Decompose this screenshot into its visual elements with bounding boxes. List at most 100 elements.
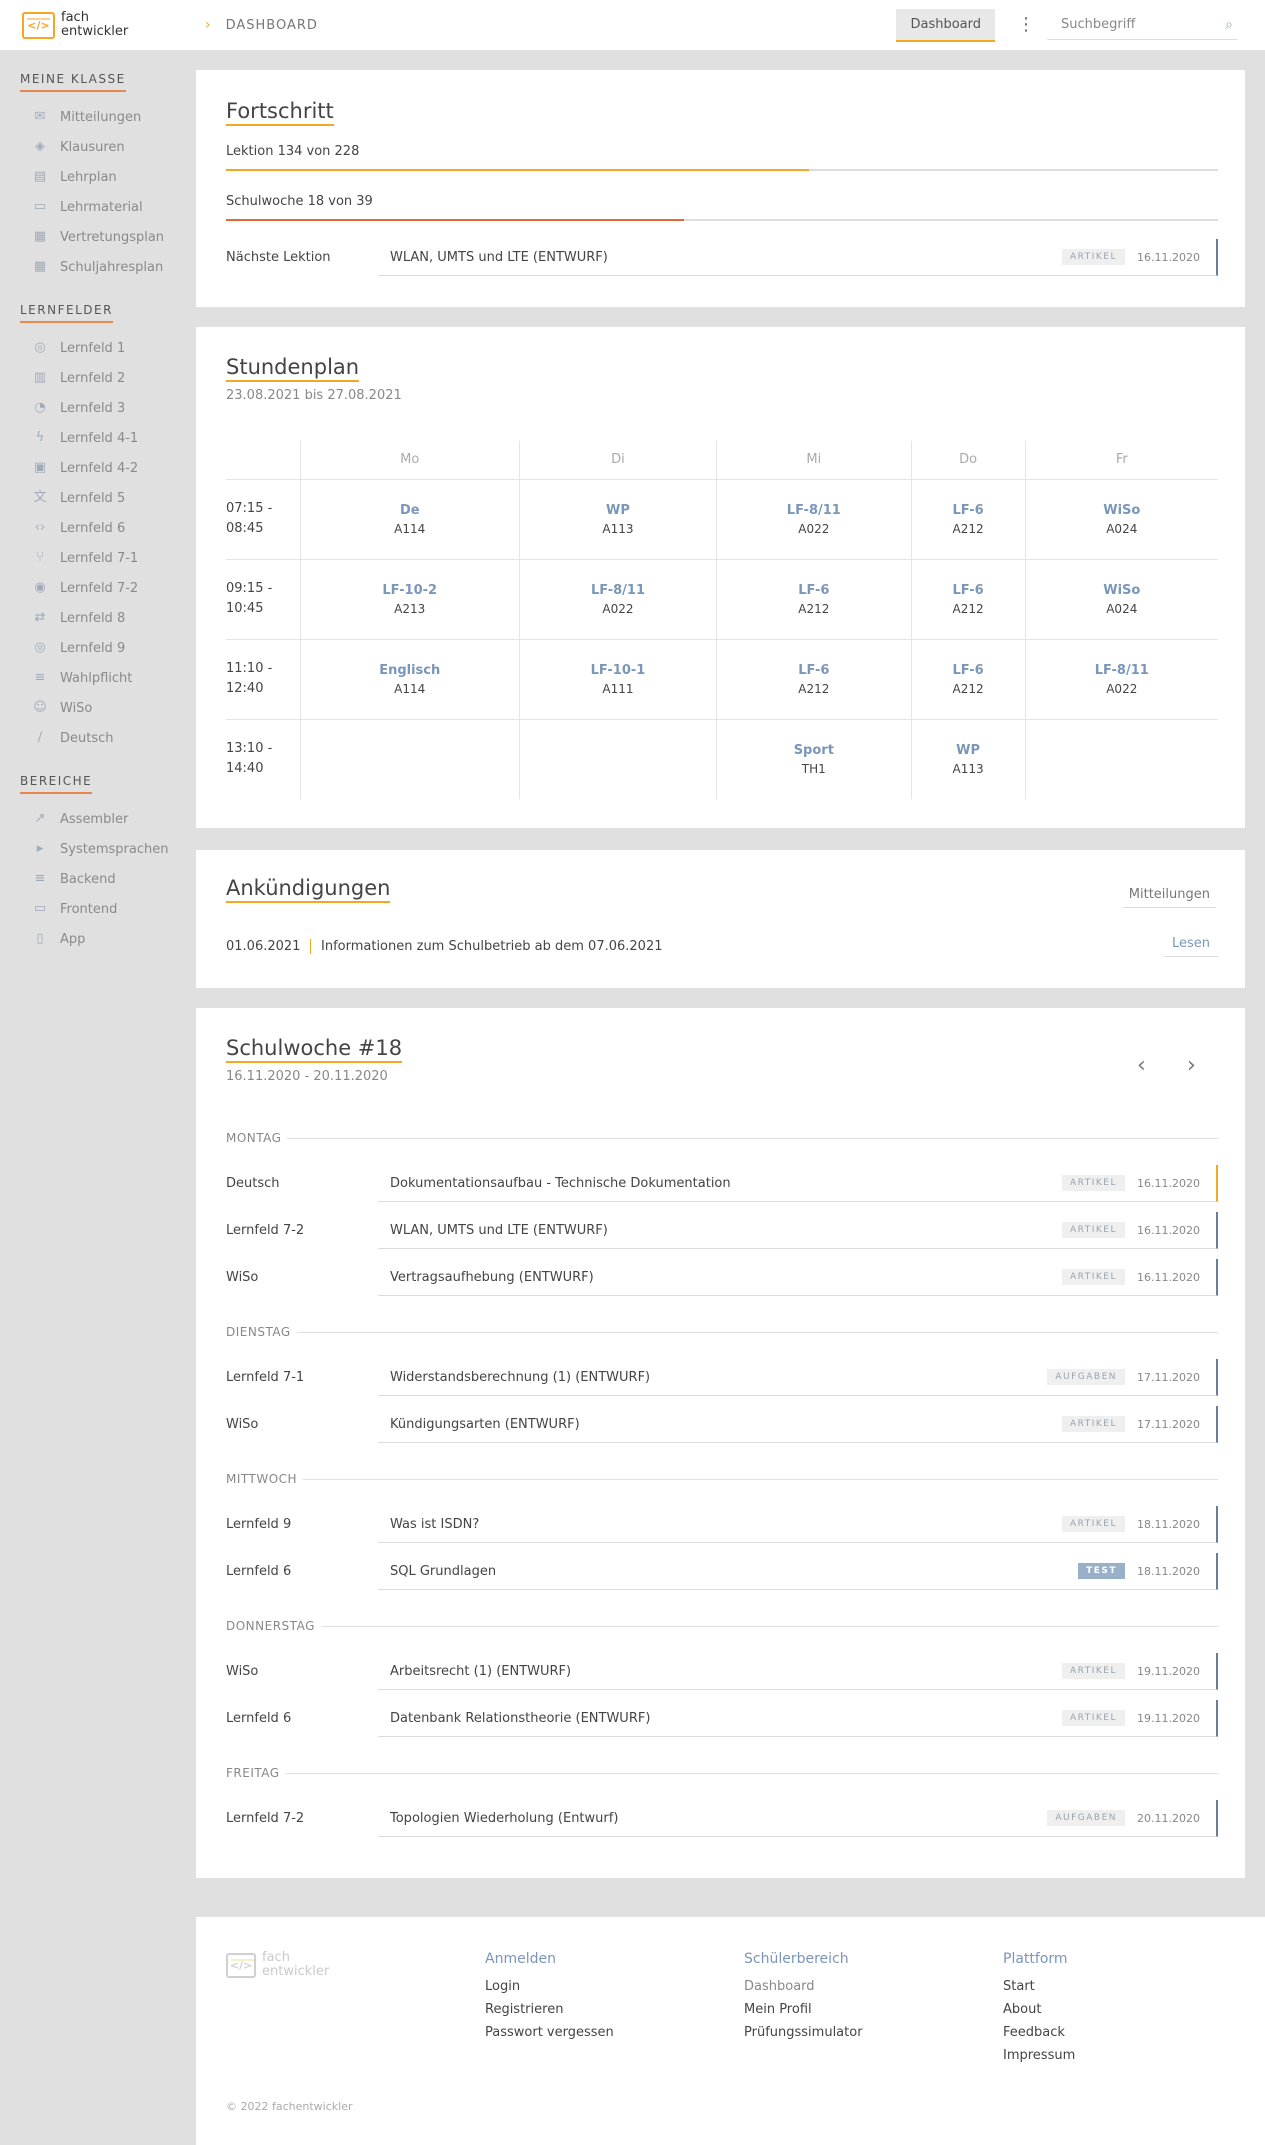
search-input[interactable] [1061, 17, 1211, 32]
timetable-cell[interactable]: WP A113 [910, 719, 1026, 799]
timetable-subject[interactable]: LF-10-2 [301, 583, 519, 598]
sidebar-item-lernfeld-3[interactable]: ◔ Lernfeld 3 [20, 393, 195, 423]
lesson-box[interactable]: Widerstandsberechnung (1) (ENTWURF) AUFGA… [378, 1359, 1218, 1396]
sidebar-item-app[interactable]: ▯ App [20, 924, 195, 954]
sidebar-item-lehrmaterial[interactable]: ▭ Lehrmaterial [20, 192, 195, 222]
timetable-subject[interactable]: LF-8/11 [1026, 663, 1218, 678]
sidebar-item-lernfeld-7-2[interactable]: ◉ Lernfeld 7-2 [20, 573, 195, 603]
lesson-row[interactable]: WiSo Kündigungsarten (ENTWURF) ARTIKEL 17.1… [226, 1401, 1218, 1448]
more-vertical-icon[interactable]: ⋮ [1017, 16, 1035, 34]
lesson-row[interactable]: Deutsch Dokumentationsaufbau - Technische… [226, 1160, 1218, 1207]
lesson-box[interactable]: WLAN, UMTS und LTE (ENTWURF) ARTIKEL 16.11… [378, 1212, 1218, 1249]
timetable-subject[interactable]: LF-6 [717, 583, 911, 598]
lesson-box[interactable]: Datenbank Relationstheorie (ENTWURF) ARTI… [378, 1700, 1218, 1737]
footer-link[interactable]: Feedback [1003, 2021, 1075, 2044]
timetable-cell[interactable]: WiSo A024 [1024, 559, 1218, 640]
sidebar-item-lehrplan[interactable]: ▤ Lehrplan [20, 162, 195, 192]
lesson-row[interactable]: Lernfeld 7-1 Widerstandsberechnung (1) (E… [226, 1354, 1218, 1401]
timetable-subject[interactable]: Englisch [301, 663, 519, 678]
sidebar-item-lernfeld-6[interactable]: ‹› Lernfeld 6 [20, 513, 195, 543]
timetable-cell[interactable]: LF-8/11 A022 [1024, 639, 1218, 720]
footer-link[interactable]: Dashboard [744, 1975, 863, 1998]
timetable-subject[interactable]: LF-6 [912, 503, 1025, 518]
dashboard-button[interactable]: Dashboard [896, 8, 995, 42]
sidebar-item-lernfeld-9[interactable]: ◎ Lernfeld 9 [20, 633, 195, 663]
lesson-box[interactable]: Arbeitsrecht (1) (ENTWURF) ARTIKEL 19.11.2… [378, 1653, 1218, 1690]
sidebar-item-deutsch[interactable]: ∕ Deutsch [20, 723, 195, 753]
sidebar-item-lernfeld-4-1[interactable]: ϟ Lernfeld 4-1 [20, 423, 195, 453]
footer-link[interactable]: Prüfungssimulator [744, 2021, 863, 2044]
sidebar-item-lernfeld-7-1[interactable]: ⑂ Lernfeld 7-1 [20, 543, 195, 573]
sidebar-item-klausuren[interactable]: ◈ Klausuren [20, 132, 195, 162]
mitteilungen-button[interactable]: Mitteilungen [1122, 887, 1216, 908]
next-lesson-row[interactable]: Nächste Lektion WLAN, UMTS und LTE (ENTW… [226, 234, 1218, 281]
timetable-cell[interactable]: Sport TH1 [715, 719, 912, 799]
lesson-box[interactable]: SQL Grundlagen TEST 18.11.2020 [378, 1553, 1218, 1590]
footer-link[interactable]: Mein Profil [744, 1998, 863, 2021]
sidebar-item-vertretungsplan[interactable]: ▦ Vertretungsplan [20, 222, 195, 252]
sidebar-item-wahlpflicht[interactable]: ≡ Wahlpflicht [20, 663, 195, 693]
timetable-cell[interactable]: LF-8/11 A022 [518, 559, 717, 640]
lesson-box[interactable]: Vertragsaufhebung (ENTWURF) ARTIKEL 16.11.… [378, 1259, 1218, 1296]
sidebar-item-frontend[interactable]: ▭ Frontend [20, 894, 195, 924]
breadcrumb-current[interactable]: DASHBOARD [226, 18, 318, 33]
timetable-cell[interactable]: LF-10-2 A213 [299, 559, 520, 640]
footer-link[interactable]: Login [485, 1975, 614, 1998]
timetable-subject[interactable]: WiSo [1026, 503, 1218, 518]
footer-link[interactable]: Impressum [1003, 2044, 1075, 2067]
footer-link[interactable]: Registrieren [485, 1998, 614, 2021]
lesson-box[interactable]: Was ist ISDN? ARTIKEL 18.11.2020 [378, 1506, 1218, 1543]
sidebar-item-systemsprachen[interactable]: ▸ Systemsprachen [20, 834, 195, 864]
lesson-row[interactable]: Lernfeld 7-2 WLAN, UMTS und LTE (ENTWURF)… [226, 1207, 1218, 1254]
sidebar-item-schuljahresplan[interactable]: ▦ Schuljahresplan [20, 252, 195, 282]
timetable-subject[interactable]: LF-8/11 [520, 583, 716, 598]
timetable-subject[interactable]: LF-10-1 [520, 663, 716, 678]
timetable-cell[interactable]: LF-6 A212 [715, 639, 912, 720]
sidebar-item-lernfeld-1[interactable]: ◎ Lernfeld 1 [20, 333, 195, 363]
logo[interactable]: </> fach entwickler [0, 11, 205, 39]
timetable-subject[interactable]: Sport [717, 743, 911, 758]
sidebar-item-mitteilungen[interactable]: ✉ Mitteilungen [20, 102, 195, 132]
lesson-row[interactable]: WiSo Arbeitsrecht (1) (ENTWURF) ARTIKEL 19.… [226, 1648, 1218, 1695]
timetable-cell[interactable]: De A114 [299, 479, 520, 560]
timetable-cell[interactable]: LF-8/11 A022 [715, 479, 912, 560]
lesson-row[interactable]: Lernfeld 7-2 Topologien Wiederholung (Ent… [226, 1795, 1218, 1842]
chevron-right-icon[interactable]: › [1187, 1053, 1196, 1078]
timetable-cell[interactable]: WiSo A024 [1024, 479, 1218, 560]
chevron-left-icon[interactable]: ‹ [1137, 1053, 1146, 1078]
sidebar-item-lernfeld-5[interactable]: 文 Lernfeld 5 [20, 483, 195, 513]
lesson-row[interactable]: Lernfeld 6 SQL Grundlagen TEST 18.11.2020 [226, 1548, 1218, 1595]
lesson-row[interactable]: Lernfeld 9 Was ist ISDN? ARTIKEL 18.11.2020 [226, 1501, 1218, 1548]
footer-link[interactable]: About [1003, 1998, 1075, 2021]
timetable-subject[interactable]: LF-8/11 [717, 503, 911, 518]
timetable-cell[interactable]: WP A113 [518, 479, 717, 560]
footer-link[interactable]: Passwort vergessen [485, 2021, 614, 2044]
timetable-cell[interactable]: LF-6 A212 [715, 559, 912, 640]
next-lesson-box[interactable]: WLAN, UMTS und LTE (ENTWURF) ARTIKEL 16.… [378, 239, 1218, 276]
sidebar-item-wiso[interactable]: ☺ WiSo [20, 693, 195, 723]
timetable-cell[interactable]: LF-10-1 A111 [518, 639, 717, 720]
timetable-cell[interactable]: LF-6 A212 [910, 559, 1026, 640]
sidebar-item-lernfeld-8[interactable]: ⇄ Lernfeld 8 [20, 603, 195, 633]
timetable-cell[interactable]: Englisch A114 [299, 639, 520, 720]
timetable-subject[interactable]: WiSo [1026, 583, 1218, 598]
search-icon[interactable]: ⌕ [1225, 17, 1233, 33]
lesson-box[interactable]: Dokumentationsaufbau - Technische Dokume… [378, 1165, 1218, 1202]
timetable-subject[interactable]: LF-6 [717, 663, 911, 678]
timetable-subject[interactable]: LF-6 [912, 583, 1025, 598]
lesson-row[interactable]: Lernfeld 6 Datenbank Relationstheorie (EN… [226, 1695, 1218, 1742]
sidebar-item-assembler[interactable]: ↗ Assembler [20, 804, 195, 834]
lesson-box[interactable]: Kündigungsarten (ENTWURF) ARTIKEL 17.11.20… [378, 1406, 1218, 1443]
sidebar-item-backend[interactable]: ≡ Backend [20, 864, 195, 894]
lesson-row[interactable]: WiSo Vertragsaufhebung (ENTWURF) ARTIKEL 16… [226, 1254, 1218, 1301]
footer-link[interactable]: Start [1003, 1975, 1075, 1998]
timetable-cell[interactable]: LF-6 A212 [910, 639, 1026, 720]
lesson-box[interactable]: Topologien Wiederholung (Entwurf) AUFGABE… [378, 1800, 1218, 1837]
timetable-cell[interactable]: LF-6 A212 [910, 479, 1026, 560]
timetable-subject[interactable]: WP [520, 503, 716, 518]
timetable-subject[interactable]: WP [912, 743, 1025, 758]
footer-logo[interactable]: </> fach entwickler [226, 1951, 329, 1979]
sidebar-item-lernfeld-4-2[interactable]: ▣ Lernfeld 4-2 [20, 453, 195, 483]
timetable-subject[interactable]: De [301, 503, 519, 518]
sidebar-item-lernfeld-2[interactable]: ▥ Lernfeld 2 [20, 363, 195, 393]
